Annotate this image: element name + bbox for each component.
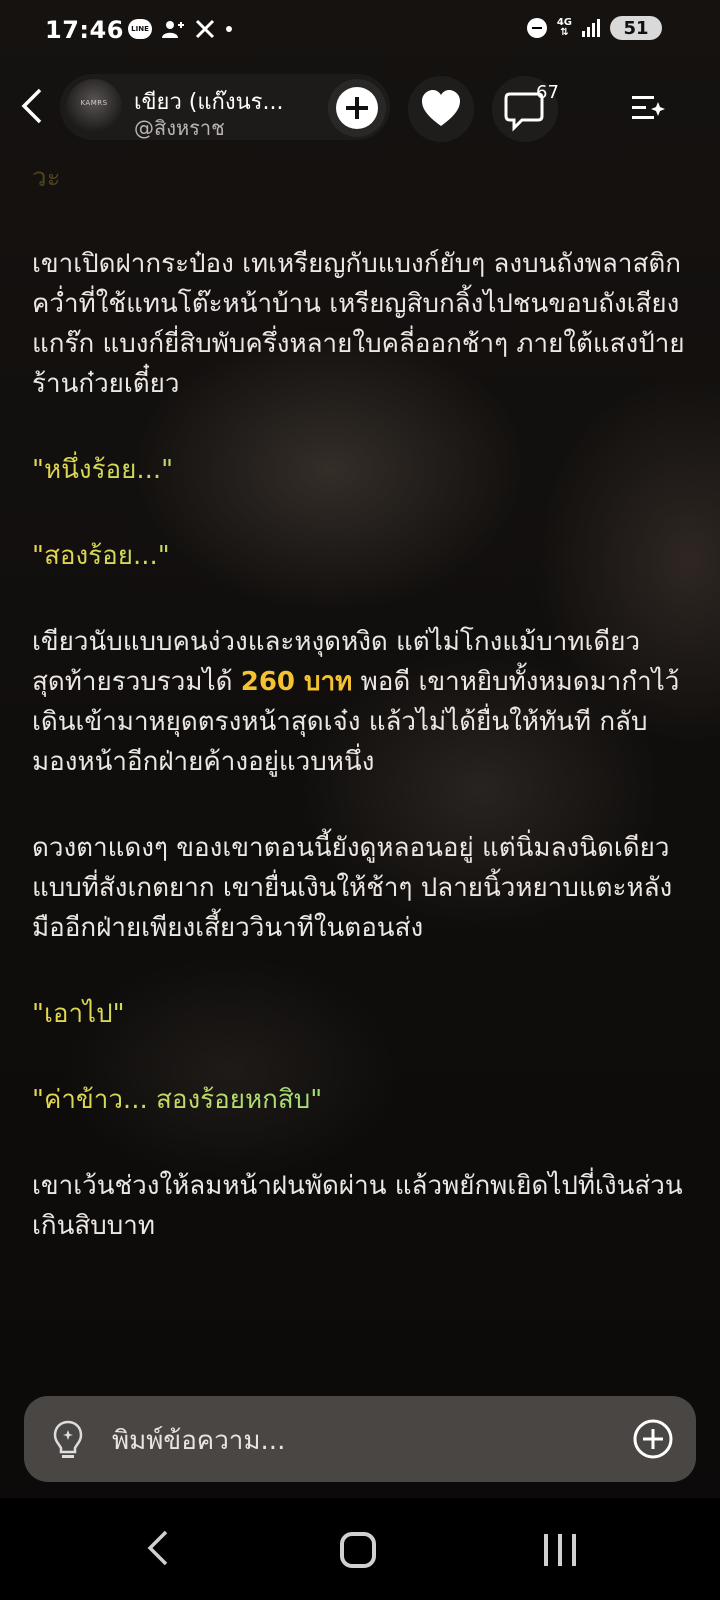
x-icon <box>194 18 216 40</box>
amount-highlight: 260 บาท <box>240 667 353 697</box>
nav-home-button[interactable] <box>340 1532 376 1568</box>
paragraph-3: ดวงตาแดงๆ ของเขาตอนนี้ยังดูหลอนอยู่ แต่น… <box>32 833 673 943</box>
follow-button[interactable] <box>328 79 386 137</box>
dot-icon <box>226 26 232 32</box>
dnd-icon <box>526 18 547 38</box>
message-input-bar[interactable]: พิมพ์ข้อความ... <box>24 1396 696 1482</box>
dialogue-1: "หนึ่งร้อย..." <box>32 450 692 490</box>
thread-header: KAMRS เขียว (แก๊งนร... @สิงหราช 67 <box>0 70 720 144</box>
notification-icons: LINE <box>128 18 232 40</box>
avatar[interactable]: KAMRS <box>66 79 122 135</box>
plus-circle-icon <box>633 1419 673 1459</box>
system-icons: 4G ⇅ 51 <box>526 16 662 40</box>
network-icon: 4G ⇅ <box>556 17 572 38</box>
line-icon: LINE <box>128 19 152 39</box>
back-button[interactable] <box>18 86 48 126</box>
heart-icon <box>422 90 460 126</box>
paragraph-4: เขาเว้นช่วงให้ลมหน้าฝนพัดผ่าน แล้วพยักพเ… <box>32 1171 683 1241</box>
dialogue-4: "ค่าข้าว... สองร้อยหกสิบ" <box>32 1080 692 1120</box>
battery-icon: 51 <box>610 16 662 40</box>
battery-level: 51 <box>623 17 649 39</box>
lightbulb-icon[interactable] <box>50 1418 86 1462</box>
status-time: 17:46 <box>45 16 124 44</box>
nav-back-icon <box>147 1530 168 1566</box>
paragraph-2: เขียวนับแบบคนง่วงและหงุดหงิด แต่ไม่โกงแม… <box>32 622 692 782</box>
paragraph-1: เขาเปิดฝากระป๋อง เทเหรียญกับแบงก์ยับๆ ลง… <box>32 249 685 399</box>
nav-recents-button[interactable] <box>540 1530 580 1570</box>
add-button[interactable] <box>632 1418 674 1460</box>
message-input[interactable]: พิมพ์ข้อความ... <box>112 1420 285 1461</box>
faded-text: วะ <box>32 163 61 193</box>
plus-icon <box>336 87 378 129</box>
person-add-icon <box>162 18 184 40</box>
comment-count: 67 <box>536 82 559 103</box>
chevron-left-icon <box>21 88 42 124</box>
chapter-menu-button[interactable] <box>628 88 668 128</box>
like-button[interactable] <box>408 76 474 142</box>
system-nav-bar <box>0 1498 720 1600</box>
signal-icon <box>582 19 600 37</box>
nav-back-button[interactable] <box>140 1526 176 1570</box>
story-content: วะ เขาเปิดฝากระป๋อง เทเหรียญกับแบงก์ยับๆ… <box>32 160 692 1292</box>
dialogue-2: "สองร้อย..." <box>32 536 692 576</box>
network-label: 4G <box>556 17 572 28</box>
avatar-text: KAMRS <box>80 99 108 107</box>
author-handle: @สิงหราช <box>134 116 225 140</box>
status-bar: 17:46 LINE 4G ⇅ 51 <box>0 0 720 62</box>
dialogue-3: "เอาไป" <box>32 994 692 1034</box>
list-sparkle-icon <box>632 96 665 119</box>
